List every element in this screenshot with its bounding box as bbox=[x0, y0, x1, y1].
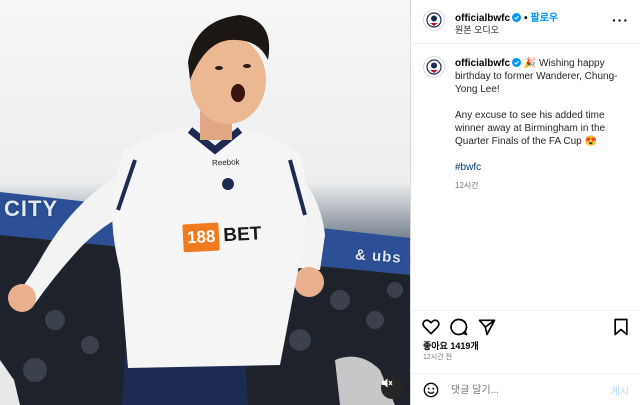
post-side-panel: officialbwfc • 팔로우 원본 오디오 ··· officialbwfc… bbox=[410, 0, 640, 405]
shirt-sponsor: 188 BET bbox=[182, 212, 276, 261]
share-icon[interactable] bbox=[477, 317, 497, 337]
verified-badge-icon bbox=[512, 58, 522, 67]
caption-avatar[interactable] bbox=[423, 56, 445, 78]
action-bar: 좋아요 1419개 12시간 전 bbox=[411, 310, 640, 372]
avatar[interactable] bbox=[423, 9, 445, 31]
likes-count[interactable]: 좋아요 1419개 bbox=[423, 339, 479, 352]
caption-text: officialbwfc 🎉 Wishing happy birthday to… bbox=[455, 57, 633, 205]
party-emoji-icon: 🎉 bbox=[523, 58, 537, 69]
comment-icon[interactable] bbox=[449, 317, 469, 337]
heart-icon[interactable] bbox=[421, 317, 441, 337]
player-left-fist bbox=[8, 284, 36, 312]
caption-username[interactable]: officialbwfc bbox=[455, 58, 510, 69]
bookmark-icon[interactable] bbox=[611, 317, 631, 337]
caption-time: 12시간 bbox=[455, 181, 479, 190]
shirt-brand-text: Reebok bbox=[211, 157, 240, 168]
comment-bar: 게시 bbox=[411, 373, 640, 405]
comment-input[interactable] bbox=[451, 383, 601, 397]
stand-sign-right: & ubs bbox=[354, 246, 403, 267]
stand-sign-left: CITY bbox=[4, 196, 59, 221]
club-crest-icon bbox=[426, 12, 442, 28]
club-crest bbox=[222, 178, 234, 190]
caption-section: officialbwfc 🎉 Wishing happy birthday to… bbox=[411, 44, 640, 310]
audio-label[interactable]: 원본 오디오 bbox=[455, 23, 499, 36]
heart-eyes-emoji-icon: 😍 bbox=[584, 136, 597, 147]
emoji-icon[interactable] bbox=[423, 382, 439, 398]
hashtag-link[interactable]: #bwfc bbox=[455, 161, 633, 174]
verified-badge-icon bbox=[512, 13, 522, 22]
player-mouth bbox=[231, 84, 245, 102]
caption-line-2: Any excuse to see his added time winner … bbox=[455, 110, 606, 147]
mute-button[interactable] bbox=[381, 377, 403, 399]
sponsor-word: BET bbox=[222, 223, 262, 247]
player-eye-right bbox=[243, 64, 251, 68]
more-options-icon[interactable]: ··· bbox=[612, 12, 629, 28]
photo-illustration bbox=[0, 15, 410, 405]
player-right-fist bbox=[294, 267, 324, 297]
club-crest-icon bbox=[426, 59, 442, 75]
header-user-line: officialbwfc • 팔로우 bbox=[455, 9, 558, 24]
post-time-ago: 12시간 전 bbox=[423, 354, 453, 361]
speaker-muted-icon bbox=[382, 378, 393, 388]
separator-dot: • bbox=[524, 13, 528, 24]
sponsor-number: 188 bbox=[182, 222, 221, 253]
post-media[interactable]: CITY & ubs Reebok 188 BET bbox=[0, 0, 410, 405]
player-eye-left bbox=[215, 66, 223, 70]
follow-button[interactable]: 팔로우 bbox=[531, 13, 559, 24]
post-header: officialbwfc • 팔로우 원본 오디오 ··· bbox=[411, 0, 640, 44]
post-comment-button[interactable]: 게시 bbox=[611, 383, 629, 398]
